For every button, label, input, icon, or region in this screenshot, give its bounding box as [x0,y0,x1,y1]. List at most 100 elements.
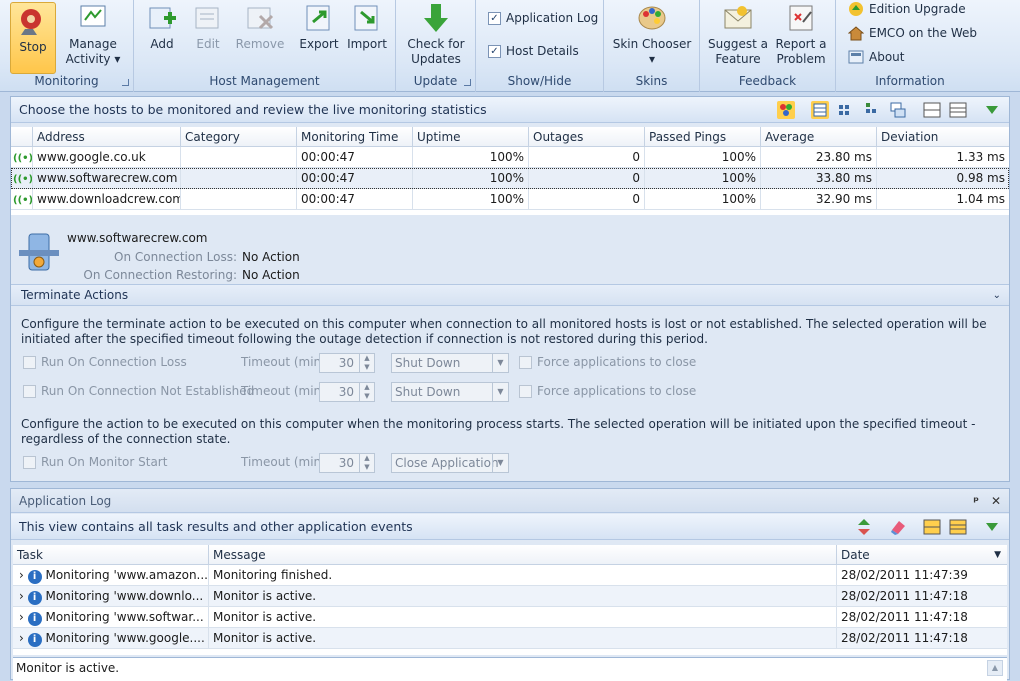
action-select-loss[interactable]: Shut Down ▼ [391,353,509,373]
column-header-passed-pings[interactable]: Passed Pings [645,127,761,146]
run-on-monitor-start-checkbox[interactable] [23,455,36,469]
expand-arrow-icon[interactable]: › [19,631,24,645]
column-header-category[interactable]: Category [181,127,297,146]
spinner-arrows-icon[interactable]: ▲ ▼ [359,383,374,401]
envelope-icon [724,6,752,29]
scroll-up-icon[interactable]: ▲ [987,660,1003,676]
monitoring-launcher-icon[interactable] [122,79,129,86]
host-status-icon: ((•)) [11,147,33,167]
customize-dropdown-icon[interactable] [983,101,1001,119]
expand-arrow-icon[interactable]: › [19,610,24,624]
timeout-spinner-not-established[interactable]: 30 ▲ ▼ [319,382,375,402]
timeout-spinner-start[interactable]: 30 ▲ ▼ [319,453,375,473]
table-row[interactable]: › i Monitoring 'www.downlo... Monitor is… [13,586,1007,607]
customize-dropdown-icon[interactable] [983,518,1001,536]
force-close-option-loss[interactable]: Force applications to close [519,355,696,369]
layout-rows-icon[interactable] [949,518,967,536]
force-close-checkbox-loss[interactable] [519,355,532,369]
timeout-label: Timeout (min): [241,455,330,469]
column-header-outages[interactable]: Outages [529,127,645,146]
manage-activity-button[interactable]: Manage Activity ▾ [64,0,122,72]
table-row-selected[interactable]: ((•)) www.softwarecrew.com 00:00:47 100%… [11,168,1009,189]
table-row[interactable]: ((•)) www.downloadcrew.com 00:00:47 100%… [11,189,1009,210]
run-on-monitor-start-option[interactable]: Run On Monitor Start [23,455,167,469]
layout-rows-icon[interactable] [949,101,967,119]
tiles-view-icon[interactable] [837,101,855,119]
table-row[interactable]: › i Monitoring 'www.softwar... Monitor i… [13,607,1007,628]
table-row[interactable]: › i Monitoring 'www.amazon... Monitoring… [13,565,1007,586]
terminate-actions-header[interactable]: Terminate Actions ⌄ [11,284,1009,306]
host-management-group-label: Host Management [209,74,320,88]
column-header-monitoring-time[interactable]: Monitoring Time [297,127,413,146]
color-scheme-icon[interactable] [777,101,795,119]
edit-icon [195,7,219,29]
column-header-address[interactable]: Address [33,127,181,146]
run-on-connection-loss-option[interactable]: Run On Connection Loss [23,355,187,369]
spinner-arrows-icon[interactable]: ▲ ▼ [359,354,374,372]
spinner-arrows-icon[interactable]: ▲ ▼ [359,454,374,472]
table-row[interactable]: › i Monitoring 'www.google.... Monitor i… [13,628,1007,649]
layout-horizontal-icon[interactable] [923,101,941,119]
column-header-uptime[interactable]: Uptime [413,127,529,146]
feedback-group: Suggest a Feature Report a Problem Feedb… [700,0,836,92]
grid-view-icon[interactable] [811,101,829,119]
report-problem-button[interactable]: Report a Problem [772,0,830,72]
log-caption-bar: This view contains all task results and … [11,514,1009,540]
column-header-task[interactable]: Task [13,545,209,564]
expand-arrow-icon[interactable]: › [19,589,24,603]
run-on-not-established-checkbox[interactable] [23,384,36,398]
suggest-feature-button[interactable]: Suggest a Feature [706,0,770,72]
small-tiles-icon[interactable] [863,101,881,119]
dropdown-arrow-icon[interactable]: ▼ [492,454,508,472]
run-on-connection-not-established-option[interactable]: Run On Connection Not Established [23,384,254,398]
expand-arrow-icon[interactable]: › [19,568,24,582]
run-on-connection-loss-checkbox[interactable] [23,355,36,369]
add-button[interactable]: Add [142,0,182,72]
about-button[interactable]: About [848,46,904,68]
column-header-deviation[interactable]: Deviation [877,127,1009,146]
application-log-checkbox[interactable]: ✓ [488,11,501,25]
application-log-panel: Application Log ᵖ ✕ This view contains a… [10,488,1010,681]
dropdown-arrow-icon[interactable]: ▼ [492,354,508,372]
edit-button[interactable]: Edit [188,0,228,72]
emco-web-button[interactable]: EMCO on the Web [848,22,977,44]
timeout-label: Timeout (min): [241,384,330,398]
table-row[interactable]: ((•)) www.google.co.uk 00:00:47 100% 0 1… [11,147,1009,168]
connection-loss-value: No Action [242,250,300,264]
force-close-option-not-established[interactable]: Force applications to close [519,384,696,398]
stop-button[interactable]: Stop [10,2,56,74]
application-log-titlebar: Application Log ᵖ ✕ [11,489,1009,513]
column-header-date[interactable]: Date ▼ [837,545,1007,564]
expand-collapse-icon[interactable] [855,518,873,536]
hosts-grid: Address Category Monitoring Time Uptime … [11,127,1009,215]
collapse-chevron-icon[interactable]: ⌄ [993,285,1001,306]
timeout-spinner-loss[interactable]: 30 ▲ ▼ [319,353,375,373]
action-select-start[interactable]: Close Application ▼ [391,453,509,473]
connection-loss-label: On Connection Loss: [114,250,237,264]
edition-upgrade-button[interactable]: Edition Upgrade [848,0,966,20]
skin-chooser-button[interactable]: Skin Chooser ▾ [610,0,694,72]
update-launcher-icon[interactable] [464,79,471,86]
dropdown-arrow-icon[interactable]: ▼ [492,383,508,401]
eraser-icon[interactable] [889,518,907,536]
import-button[interactable]: Import [344,0,390,72]
host-details-toggle[interactable]: ✓ Host Details [488,40,579,62]
application-log-toggle[interactable]: ✓ Application Log [488,7,598,29]
layout-horizontal-icon[interactable] [923,518,941,536]
column-header-message[interactable]: Message [209,545,837,564]
close-icon[interactable]: ✕ [991,489,1001,513]
action-select-not-established[interactable]: Shut Down ▼ [391,382,509,402]
remove-button[interactable]: Remove [234,0,286,72]
pin-icon[interactable]: ᵖ [973,489,979,513]
palette-icon [638,6,666,30]
column-header-average[interactable]: Average [761,127,877,146]
check-updates-button[interactable]: Check for Updates [400,0,472,72]
host-details-checkbox[interactable]: ✓ [488,44,501,58]
force-close-checkbox-not-established[interactable] [519,384,532,398]
log-grid-header: Task Message Date ▼ [13,545,1007,565]
host-status-icon: ((•)) [11,189,33,209]
manage-activity-icon [80,5,106,27]
group-view-icon[interactable] [889,101,907,119]
info-icon: i [27,633,42,647]
export-button[interactable]: Export [296,0,342,72]
